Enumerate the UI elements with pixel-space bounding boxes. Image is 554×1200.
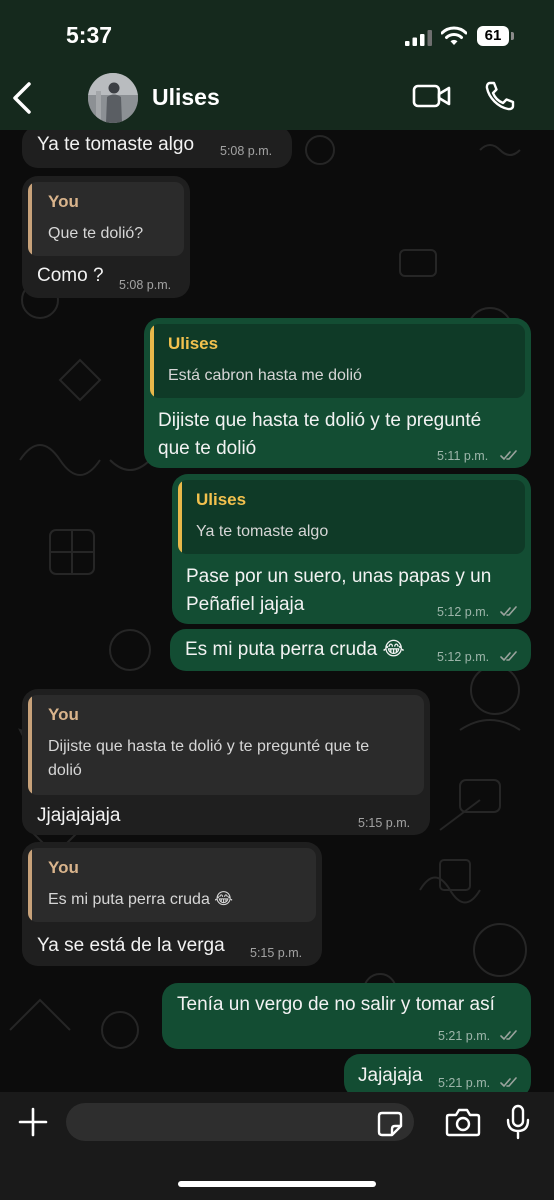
message-text: Es mi puta perra cruda 😂 <box>185 639 405 660</box>
message-bubble[interactable]: Ulises Está cabron hasta me dolió Dijist… <box>144 318 531 468</box>
quote-text: dolió <box>48 762 82 779</box>
microphone-icon[interactable] <box>505 1104 531 1140</box>
message-time: 5:08 p.m. <box>220 144 273 158</box>
quote-author: You <box>48 858 79 877</box>
phone-icon[interactable] <box>484 80 516 112</box>
message-time: 5:21 p.m. <box>438 1029 491 1043</box>
chat-header: 5:37 61 Ulises <box>0 0 554 130</box>
quote-text: Está cabron hasta me dolió <box>168 367 362 384</box>
quote-author: You <box>48 705 79 724</box>
message-text: Ya se está de la verga <box>37 935 225 956</box>
message-text: Ya te tomaste algo <box>37 134 195 155</box>
message-input[interactable] <box>66 1103 414 1141</box>
message-text: Tenía un vergo de no salir y tomar así <box>177 994 495 1015</box>
message-text: Peñafiel jajaja <box>186 594 305 615</box>
quote-text: Ya te tomaste algo <box>196 523 329 540</box>
message-text: Dijiste que hasta te dolió y te pregunté <box>158 410 482 431</box>
message-bubble[interactable]: You Es mi puta perra cruda 😂 Ya se está … <box>22 842 322 966</box>
status-time: 5:37 <box>66 22 113 48</box>
double-check-icon <box>500 1030 517 1040</box>
home-indicator <box>178 1181 376 1187</box>
message-time: 5:12 p.m. <box>437 650 490 664</box>
camera-icon[interactable] <box>445 1107 481 1137</box>
message-text: Jajajaja <box>358 1065 423 1086</box>
double-check-icon <box>500 450 517 460</box>
quoted-message[interactable]: You Que te dolió? <box>28 182 184 256</box>
quote-accent-bar <box>28 695 32 795</box>
message-time: 5:21 p.m. <box>438 1076 491 1090</box>
quote-text: Es mi puta perra cruda 😂 <box>48 891 233 908</box>
quote-text: Dijiste que hasta te dolió y te pregunté… <box>48 738 370 755</box>
double-check-icon <box>500 606 517 616</box>
double-check-icon <box>500 651 517 661</box>
wifi-icon <box>441 26 467 45</box>
message-bubble[interactable]: Ya te tomaste algo 5:08 p.m. <box>22 130 292 168</box>
message-bubble[interactable]: You Dijiste que hasta te dolió y te preg… <box>22 689 430 835</box>
plus-icon[interactable] <box>18 1107 48 1137</box>
back-chevron-icon[interactable] <box>10 80 34 116</box>
message-text: Como ? <box>37 265 104 286</box>
message-text: Pase por un suero, unas papas y un <box>186 566 492 587</box>
quote-accent-bar <box>150 324 154 398</box>
quote-accent-bar <box>178 480 182 554</box>
quote-text: Que te dolió? <box>48 225 144 242</box>
message-time: 5:12 p.m. <box>437 605 490 619</box>
quoted-message[interactable]: Ulises Ya te tomaste algo <box>178 480 525 554</box>
quote-author: You <box>48 192 79 211</box>
message-bubble[interactable]: Tenía un vergo de no salir y tomar así 5… <box>162 983 531 1049</box>
message-time: 5:11 p.m. <box>437 449 489 463</box>
video-camera-icon[interactable] <box>412 82 452 110</box>
quoted-message[interactable]: Ulises Está cabron hasta me dolió <box>150 324 525 398</box>
contact-name[interactable]: Ulises <box>152 84 220 111</box>
double-check-icon <box>500 1077 517 1087</box>
message-text: Jjajajajaja <box>37 805 121 826</box>
message-bubble[interactable]: Ulises Ya te tomaste algo Pase por un su… <box>172 474 531 624</box>
chat-area[interactable]: Ya te tomaste algo 5:08 p.m. You Que te … <box>0 130 554 1092</box>
battery-tip <box>511 32 514 40</box>
quoted-message[interactable]: You Dijiste que hasta te dolió y te preg… <box>28 695 424 795</box>
message-bubble[interactable]: Jajajaja 5:21 p.m. <box>344 1054 531 1092</box>
message-time: 5:15 p.m. <box>250 946 303 960</box>
quoted-message[interactable]: You Es mi puta perra cruda 😂 <box>28 848 316 922</box>
message-text: que te dolió <box>158 438 257 459</box>
quote-author: Ulises <box>196 490 247 509</box>
message-bubble[interactable]: Es mi puta perra cruda 😂 5:12 p.m. <box>170 629 531 671</box>
quote-accent-bar <box>28 182 32 256</box>
quote-accent-bar <box>28 848 32 922</box>
message-time: 5:15 p.m. <box>358 816 411 830</box>
message-bubble[interactable]: You Que te dolió? Como ? 5:08 p.m. <box>22 176 190 298</box>
sticker-icon[interactable] <box>376 1110 404 1138</box>
battery-indicator: 61 <box>477 26 515 46</box>
avatar[interactable] <box>88 73 138 123</box>
message-time: 5:08 p.m. <box>119 278 172 292</box>
battery-level: 61 <box>477 26 509 46</box>
signal-icon <box>405 30 432 46</box>
quote-author: Ulises <box>168 334 219 353</box>
